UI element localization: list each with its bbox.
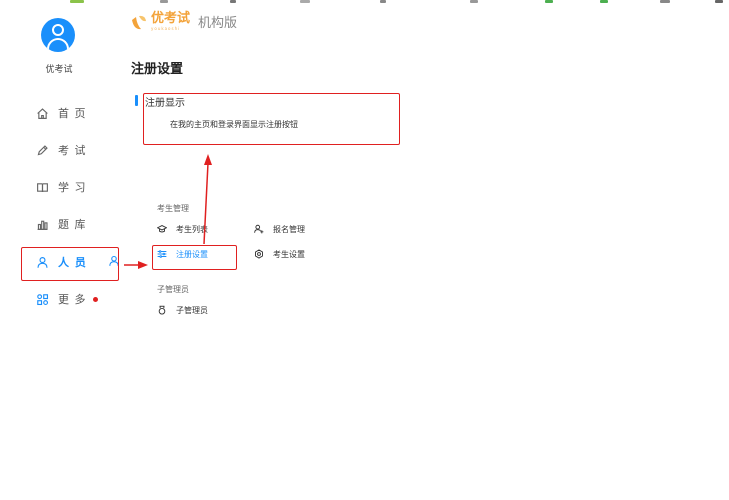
menu-item-label: 子管理员 [176, 305, 208, 315]
sidebar-item-question-bank[interactable]: 题 库 [36, 214, 87, 234]
sidebar-item-label: 首 页 [58, 107, 87, 120]
person-add-icon [254, 224, 264, 234]
admin-icon [158, 305, 166, 315]
edition-label: 机构版 [198, 16, 238, 31]
apps-icon [37, 293, 49, 305]
group-title-examinee: 考生管理 [157, 204, 189, 213]
notification-dot [92, 296, 98, 302]
menu-item-label: 考生设置 [273, 249, 305, 259]
sidebar-item-label: 题 库 [58, 218, 87, 231]
arrow-to-registration-settings [124, 261, 148, 269]
graduation-cap-icon [157, 225, 167, 233]
sidebar-item-study[interactable]: 学 习 [36, 177, 87, 197]
sidebar-item-more[interactable]: 更 多 [36, 289, 98, 309]
sidebar-item-label: 学 习 [58, 181, 87, 194]
sidebar-item-label: 考 试 [58, 144, 87, 157]
sidebar-item-label: 更 多 [58, 293, 87, 306]
logo-subtitle: youkaoshi [151, 26, 181, 31]
app-page: 优考试 首 页 考 试 学 习 题 库 人 员 更 多 优考试 youkaosh… [0, 0, 729, 500]
menu-item-registration-management[interactable]: 报名管理 [254, 222, 305, 236]
group-title-sub-admin: 子管理员 [157, 285, 189, 294]
annotation-box-register-display [143, 93, 400, 145]
book-icon [37, 182, 48, 192]
menu-item-sub-admin[interactable]: 子管理员 [157, 303, 208, 317]
bar-chart-icon [37, 220, 48, 230]
annotation-box-people [21, 247, 119, 281]
section-accent-bar [135, 95, 138, 106]
menu-item-examinee-settings[interactable]: 考生设置 [254, 247, 305, 261]
username: 优考试 [45, 65, 73, 75]
menu-item-examinee-list[interactable]: 考生列表 [157, 222, 208, 236]
pencil-icon [37, 144, 48, 155]
gear-icon [255, 249, 263, 259]
avatar[interactable] [41, 18, 75, 52]
logo[interactable]: 优考试 youkaoshi 机构版 [130, 12, 237, 31]
logo-icon [132, 15, 146, 29]
menu-item-label: 考生列表 [176, 224, 208, 234]
annotation-box-registration-settings [152, 245, 237, 270]
home-icon [37, 107, 48, 119]
menu-item-label: 报名管理 [273, 224, 305, 234]
logo-text: 优考试 [151, 11, 191, 26]
sidebar-item-exam[interactable]: 考 试 [36, 140, 87, 160]
page-title: 注册设置 [131, 62, 184, 77]
sidebar-item-home[interactable]: 首 页 [36, 103, 87, 123]
